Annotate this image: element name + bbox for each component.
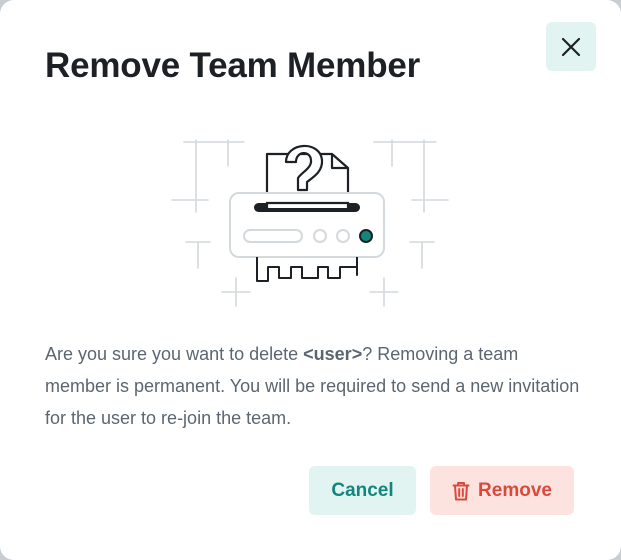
remove-button-label: Remove <box>478 479 552 501</box>
message-text-before: Are you sure you want to delete <box>45 344 304 364</box>
close-button[interactable] <box>546 22 596 71</box>
remove-button[interactable]: Remove <box>430 466 574 515</box>
user-placeholder: <user> <box>303 344 363 364</box>
cancel-button-label: Cancel <box>331 479 394 501</box>
dialog-title: Remove Team Member <box>45 46 421 85</box>
trash-icon <box>452 481 470 500</box>
close-icon <box>561 37 581 56</box>
cancel-button[interactable]: Cancel <box>309 466 416 515</box>
remove-team-member-dialog: Remove Team Member Are you sure you want… <box>0 0 621 560</box>
confirmation-message: Are you sure you want to delete <user>? … <box>45 338 585 434</box>
document-shredder-illustration <box>171 139 449 307</box>
